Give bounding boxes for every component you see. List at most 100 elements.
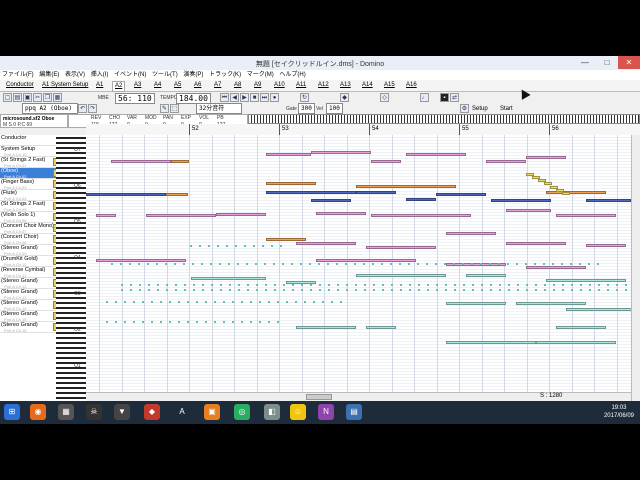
- track-item-drumkit[interactable]: (DrumKit Gold) Port A Ch.10: [0, 256, 58, 267]
- drum-hit[interactable]: [445, 284, 447, 286]
- drum-hit[interactable]: [300, 263, 302, 265]
- drum-hit[interactable]: [589, 289, 591, 291]
- drum-hit[interactable]: [183, 263, 185, 265]
- drum-hit[interactable]: [166, 289, 168, 291]
- drum-hit[interactable]: [174, 263, 176, 265]
- drum-hit[interactable]: [418, 284, 420, 286]
- midi-note[interactable]: [546, 279, 626, 282]
- drum-hit[interactable]: [175, 289, 177, 291]
- midi-note[interactable]: [146, 214, 216, 217]
- drum-hit[interactable]: [244, 245, 246, 247]
- midi-note[interactable]: [266, 153, 311, 156]
- midi-note[interactable]: [191, 277, 266, 280]
- tab-a7[interactable]: A7: [212, 81, 223, 90]
- tab-a2[interactable]: A2: [112, 81, 126, 92]
- drum-hit[interactable]: [364, 289, 366, 291]
- midi-note[interactable]: [526, 156, 566, 159]
- drum-hit[interactable]: [115, 301, 117, 303]
- stop-icon[interactable]: ■: [250, 93, 259, 102]
- drum-hit[interactable]: [562, 289, 564, 291]
- drum-hit[interactable]: [148, 289, 150, 291]
- midi-note[interactable]: [96, 259, 186, 262]
- drum-hit[interactable]: [166, 284, 168, 286]
- midi-note[interactable]: [406, 198, 436, 201]
- drum-hit[interactable]: [229, 289, 231, 291]
- tab-a6[interactable]: A6: [192, 81, 203, 90]
- drum-hit[interactable]: [561, 263, 563, 265]
- drum-hit[interactable]: [211, 289, 213, 291]
- drum-hit[interactable]: [148, 284, 150, 286]
- drum-hit[interactable]: [526, 284, 528, 286]
- drum-hit[interactable]: [235, 245, 237, 247]
- drum-hit[interactable]: [160, 321, 162, 323]
- drum-hit[interactable]: [499, 289, 501, 291]
- drum-hit[interactable]: [526, 289, 528, 291]
- paste-icon[interactable]: ▦: [53, 93, 62, 102]
- drum-hit[interactable]: [480, 263, 482, 265]
- drum-hit[interactable]: [220, 289, 222, 291]
- drum-hit[interactable]: [534, 263, 536, 265]
- drum-hit[interactable]: [274, 289, 276, 291]
- midi-note[interactable]: [111, 160, 171, 163]
- drum-hit[interactable]: [607, 289, 609, 291]
- drum-hit[interactable]: [598, 284, 600, 286]
- drum-hit[interactable]: [490, 284, 492, 286]
- drum-hit[interactable]: [310, 284, 312, 286]
- midi-note[interactable]: [466, 274, 506, 277]
- tab-a1[interactable]: A1: [94, 81, 105, 90]
- setup-button[interactable]: Setup: [472, 106, 488, 112]
- drum-hit[interactable]: [472, 284, 474, 286]
- tab-a15[interactable]: A15: [382, 81, 397, 90]
- midi-note[interactable]: [356, 274, 446, 277]
- drum-hit[interactable]: [507, 263, 509, 265]
- forward-icon[interactable]: ⏭: [260, 93, 269, 102]
- drum-hit[interactable]: [202, 289, 204, 291]
- midi-note[interactable]: [366, 326, 396, 329]
- drum-hit[interactable]: [400, 289, 402, 291]
- drum-hit[interactable]: [241, 321, 243, 323]
- fox-icon[interactable]: ▼: [114, 404, 130, 420]
- drum-hit[interactable]: [579, 263, 581, 265]
- record-icon[interactable]: ●: [270, 93, 279, 102]
- drum-hit[interactable]: [268, 321, 270, 323]
- tool-b-icon[interactable]: ◇: [380, 93, 389, 102]
- drum-hit[interactable]: [354, 263, 356, 265]
- drum-hit[interactable]: [391, 289, 393, 291]
- n-icon[interactable]: N: [318, 404, 334, 420]
- drum-hit[interactable]: [160, 301, 162, 303]
- open-file-icon[interactable]: ▤: [13, 93, 22, 102]
- drum-hit[interactable]: [277, 301, 279, 303]
- midi-note[interactable]: [266, 238, 306, 241]
- drum-hit[interactable]: [346, 284, 348, 286]
- chrome-icon[interactable]: ◎: [234, 404, 250, 420]
- drum-hit[interactable]: [111, 263, 113, 265]
- track-item-stereo-grand-2[interactable]: (Stereo Grand) Port A Ch.12: [0, 278, 58, 289]
- menu-event[interactable]: イベント(N): [112, 70, 148, 80]
- drum-hit[interactable]: [115, 321, 117, 323]
- drum-hit[interactable]: [304, 301, 306, 303]
- rewind-icon[interactable]: ⏮: [220, 93, 229, 102]
- track-item-conductor[interactable]: Conductor: [0, 135, 56, 146]
- drum-hit[interactable]: [210, 263, 212, 265]
- track-item-system-setup[interactable]: System Setup Port A Ch.10: [0, 146, 56, 157]
- drum-hit[interactable]: [253, 245, 255, 247]
- drum-hit[interactable]: [490, 289, 492, 291]
- tool-icon[interactable]: ◧: [264, 404, 280, 420]
- menu-insert[interactable]: 挿入(I): [89, 70, 111, 80]
- menu-tools[interactable]: ツール(T): [150, 70, 180, 80]
- midi-note[interactable]: [311, 151, 371, 154]
- drum-hit[interactable]: [265, 289, 267, 291]
- track-item-reverse-cymbal[interactable]: (Reverse Cymbal) Port A Ch.11: [0, 267, 58, 278]
- drum-hit[interactable]: [340, 301, 342, 303]
- midi-note[interactable]: [506, 209, 551, 212]
- menu-play[interactable]: 演奏(P): [181, 70, 205, 80]
- drum-hit[interactable]: [436, 289, 438, 291]
- drum-hit[interactable]: [364, 284, 366, 286]
- setup-icon[interactable]: ⚙: [460, 104, 469, 113]
- drum-hit[interactable]: [616, 284, 618, 286]
- drum-hit[interactable]: [129, 263, 131, 265]
- midi-note[interactable]: [171, 160, 189, 163]
- drum-hit[interactable]: [409, 284, 411, 286]
- vertical-scrollbar[interactable]: [631, 135, 640, 401]
- tab-a13[interactable]: A13: [338, 81, 353, 90]
